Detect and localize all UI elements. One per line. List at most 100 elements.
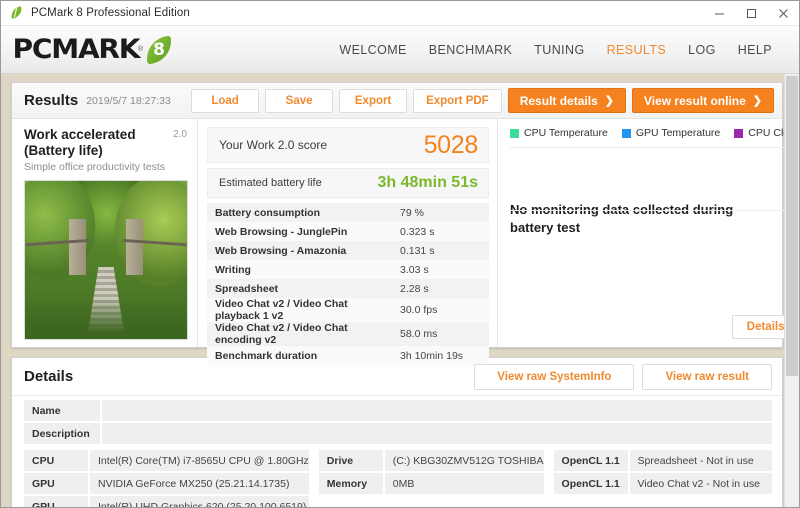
metric-value: 30.0 fps — [392, 298, 489, 322]
metric-name: Spreadsheet — [207, 279, 392, 298]
scrollbar-thumb[interactable] — [786, 76, 798, 376]
results-card: Results 2019/5/7 18:27:33 Load Save Expo… — [11, 82, 783, 348]
results-body: Work accelerated (Battery life) 2.0 Simp… — [12, 119, 782, 347]
legend-item-gpu-temperature: GPU Temperature — [622, 127, 720, 139]
list-item: CPU Intel(R) Core(TM) i7-8565U CPU @ 1.8… — [24, 450, 309, 471]
score-value: 5028 — [424, 133, 478, 158]
pcmark-application-window: PCMark 8 Professional Edition PCMARK ® 8… — [0, 0, 800, 508]
result-metadata-fields: Name Description — [12, 396, 782, 444]
export-button[interactable]: Export — [339, 89, 407, 113]
hardware-column-storage: Drive (C:) KBG30ZMV512G TOSHIBA Memory 0… — [319, 450, 544, 507]
table-row: Battery consumption 79 % — [207, 203, 489, 222]
list-item: Drive (C:) KBG30ZMV512G TOSHIBA — [319, 450, 544, 471]
hardware-key: GPU — [24, 496, 88, 507]
minimize-button[interactable] — [703, 1, 735, 26]
hardware-value: Video Chat v2 - Not in use — [630, 473, 772, 494]
table-row: Benchmark duration 3h 10min 19s — [207, 346, 489, 365]
nav-item-tuning[interactable]: TUNING — [523, 43, 595, 57]
pcmark-logo: PCMARK ® 8 — [15, 34, 172, 65]
nav-item-benchmark[interactable]: BENCHMARK — [418, 43, 523, 57]
legend-item-cpu-temperature: CPU Temperature — [510, 127, 608, 139]
table-row: Writing 3.03 s — [207, 260, 489, 279]
hardware-value: 0MB — [385, 473, 544, 494]
hardware-value: NVIDIA GeForce MX250 (25.21.14.1735) — [90, 473, 309, 494]
divider — [510, 210, 799, 211]
save-button[interactable]: Save — [265, 89, 333, 113]
result-details-label: Result details — [520, 94, 598, 108]
hardware-value: Intel(R) Core(TM) i7-8565U CPU @ 1.80GHz — [90, 450, 309, 471]
hardware-key: GPU — [24, 473, 88, 494]
workload-thumbnail-image — [24, 180, 188, 340]
battery-life-label: Estimated battery life — [219, 177, 322, 189]
monitoring-legend: CPU Temperature GPU Temperature CPU Cloc… — [510, 127, 799, 147]
result-details-button[interactable]: Result details ❯ — [508, 88, 626, 113]
name-label: Name — [24, 400, 100, 421]
nav-item-results[interactable]: RESULTS — [596, 43, 678, 57]
nav-item-help[interactable]: HELP — [727, 43, 783, 57]
view-result-online-label: View result online — [644, 94, 746, 108]
view-raw-systeminfo-button[interactable]: View raw SystemInfo — [474, 364, 634, 390]
table-row: Video Chat v2 / Video Chat encoding v2 5… — [207, 322, 489, 346]
brand-navigation-bar: PCMARK ® 8 WELCOME BENCHMARK TUNING RESU… — [1, 26, 799, 74]
name-input[interactable] — [102, 400, 772, 421]
results-toolbar: Load Save Export Export PDF Result detai… — [191, 88, 774, 113]
list-item: OpenCL 1.1 Spreadsheet - Not in use — [554, 450, 772, 471]
metric-value: 3h 10min 19s — [392, 346, 489, 365]
battery-life-value: 3h 48min 51s — [378, 174, 479, 192]
export-pdf-button[interactable]: Export PDF — [413, 89, 502, 113]
metric-name: Battery consumption — [207, 203, 392, 222]
pcmark-leaf-icon — [9, 5, 25, 21]
chevron-right-icon: ❯ — [605, 94, 614, 107]
name-field-row: Name — [24, 400, 772, 421]
hardware-value: Spreadsheet - Not in use — [630, 450, 772, 471]
legend-swatch-icon — [622, 129, 631, 138]
nav-item-log[interactable]: LOG — [677, 43, 727, 57]
score-pane: Your Work 2.0 score 5028 Estimated batte… — [198, 119, 498, 347]
hardware-value: (C:) KBG30ZMV512G TOSHIBA — [385, 450, 544, 471]
logo-wordmark: PCMARK — [13, 34, 140, 65]
metric-value: 2.28 s — [392, 279, 489, 298]
hardware-key: OpenCL 1.1 — [554, 473, 628, 494]
metric-name: Benchmark duration — [207, 346, 392, 365]
list-item: OpenCL 1.1 Video Chat v2 - Not in use — [554, 473, 772, 494]
content-column: Results 2019/5/7 18:27:33 Load Save Expo… — [11, 82, 783, 507]
load-button[interactable]: Load — [191, 89, 259, 113]
description-field-row: Description — [24, 423, 772, 444]
hardware-key: Memory — [319, 473, 383, 494]
legend-swatch-icon — [510, 129, 519, 138]
details-toolbar: View raw SystemInfo View raw result — [474, 364, 772, 390]
metric-value: 0.131 s — [392, 241, 489, 260]
workload-version: 2.0 — [173, 127, 187, 140]
window-controls — [703, 1, 799, 26]
view-raw-result-button[interactable]: View raw result — [642, 364, 772, 390]
window-title: PCMark 8 Professional Edition — [31, 7, 190, 19]
monitoring-pane: CPU Temperature GPU Temperature CPU Cloc… — [498, 119, 799, 347]
workload-name: Work accelerated (Battery life) — [24, 127, 173, 159]
score-label: Your Work 2.0 score — [219, 138, 327, 152]
list-item: Memory 0MB — [319, 473, 544, 494]
chevron-right-icon: ❯ — [753, 94, 762, 107]
metric-value: 79 % — [392, 203, 489, 222]
hardware-value: Intel(R) UHD Graphics 620 (25.20.100.651… — [90, 496, 309, 507]
view-result-online-button[interactable]: View result online ❯ — [632, 88, 774, 113]
title-bar: PCMark 8 Professional Edition — [1, 1, 799, 26]
metric-name: Writing — [207, 260, 392, 279]
description-input[interactable] — [102, 423, 772, 444]
metric-name: Web Browsing - Amazonia — [207, 241, 392, 260]
close-button[interactable] — [767, 1, 799, 26]
vertical-scrollbar[interactable] — [784, 74, 799, 507]
workload-pane: Work accelerated (Battery life) 2.0 Simp… — [12, 119, 198, 347]
battery-life-row: Estimated battery life 3h 48min 51s — [207, 168, 489, 198]
hardware-key: CPU — [24, 450, 88, 471]
legend-label: GPU Temperature — [636, 127, 720, 139]
nav-item-welcome[interactable]: WELCOME — [328, 43, 417, 57]
leaf-badge-icon: 8 — [146, 37, 172, 63]
hardware-key: Drive — [319, 450, 383, 471]
list-item: GPU Intel(R) UHD Graphics 620 (25.20.100… — [24, 496, 309, 507]
list-item: GPU NVIDIA GeForce MX250 (25.21.14.1735) — [24, 473, 309, 494]
hardware-column-opencl: OpenCL 1.1 Spreadsheet - Not in use Open… — [554, 450, 772, 507]
maximize-button[interactable] — [735, 1, 767, 26]
monitoring-chart-area: No monitoring data collected during batt… — [510, 147, 799, 315]
main-navigation: WELCOME BENCHMARK TUNING RESULTS LOG HEL… — [328, 43, 783, 57]
metric-name: Video Chat v2 / Video Chat encoding v2 — [207, 322, 392, 346]
